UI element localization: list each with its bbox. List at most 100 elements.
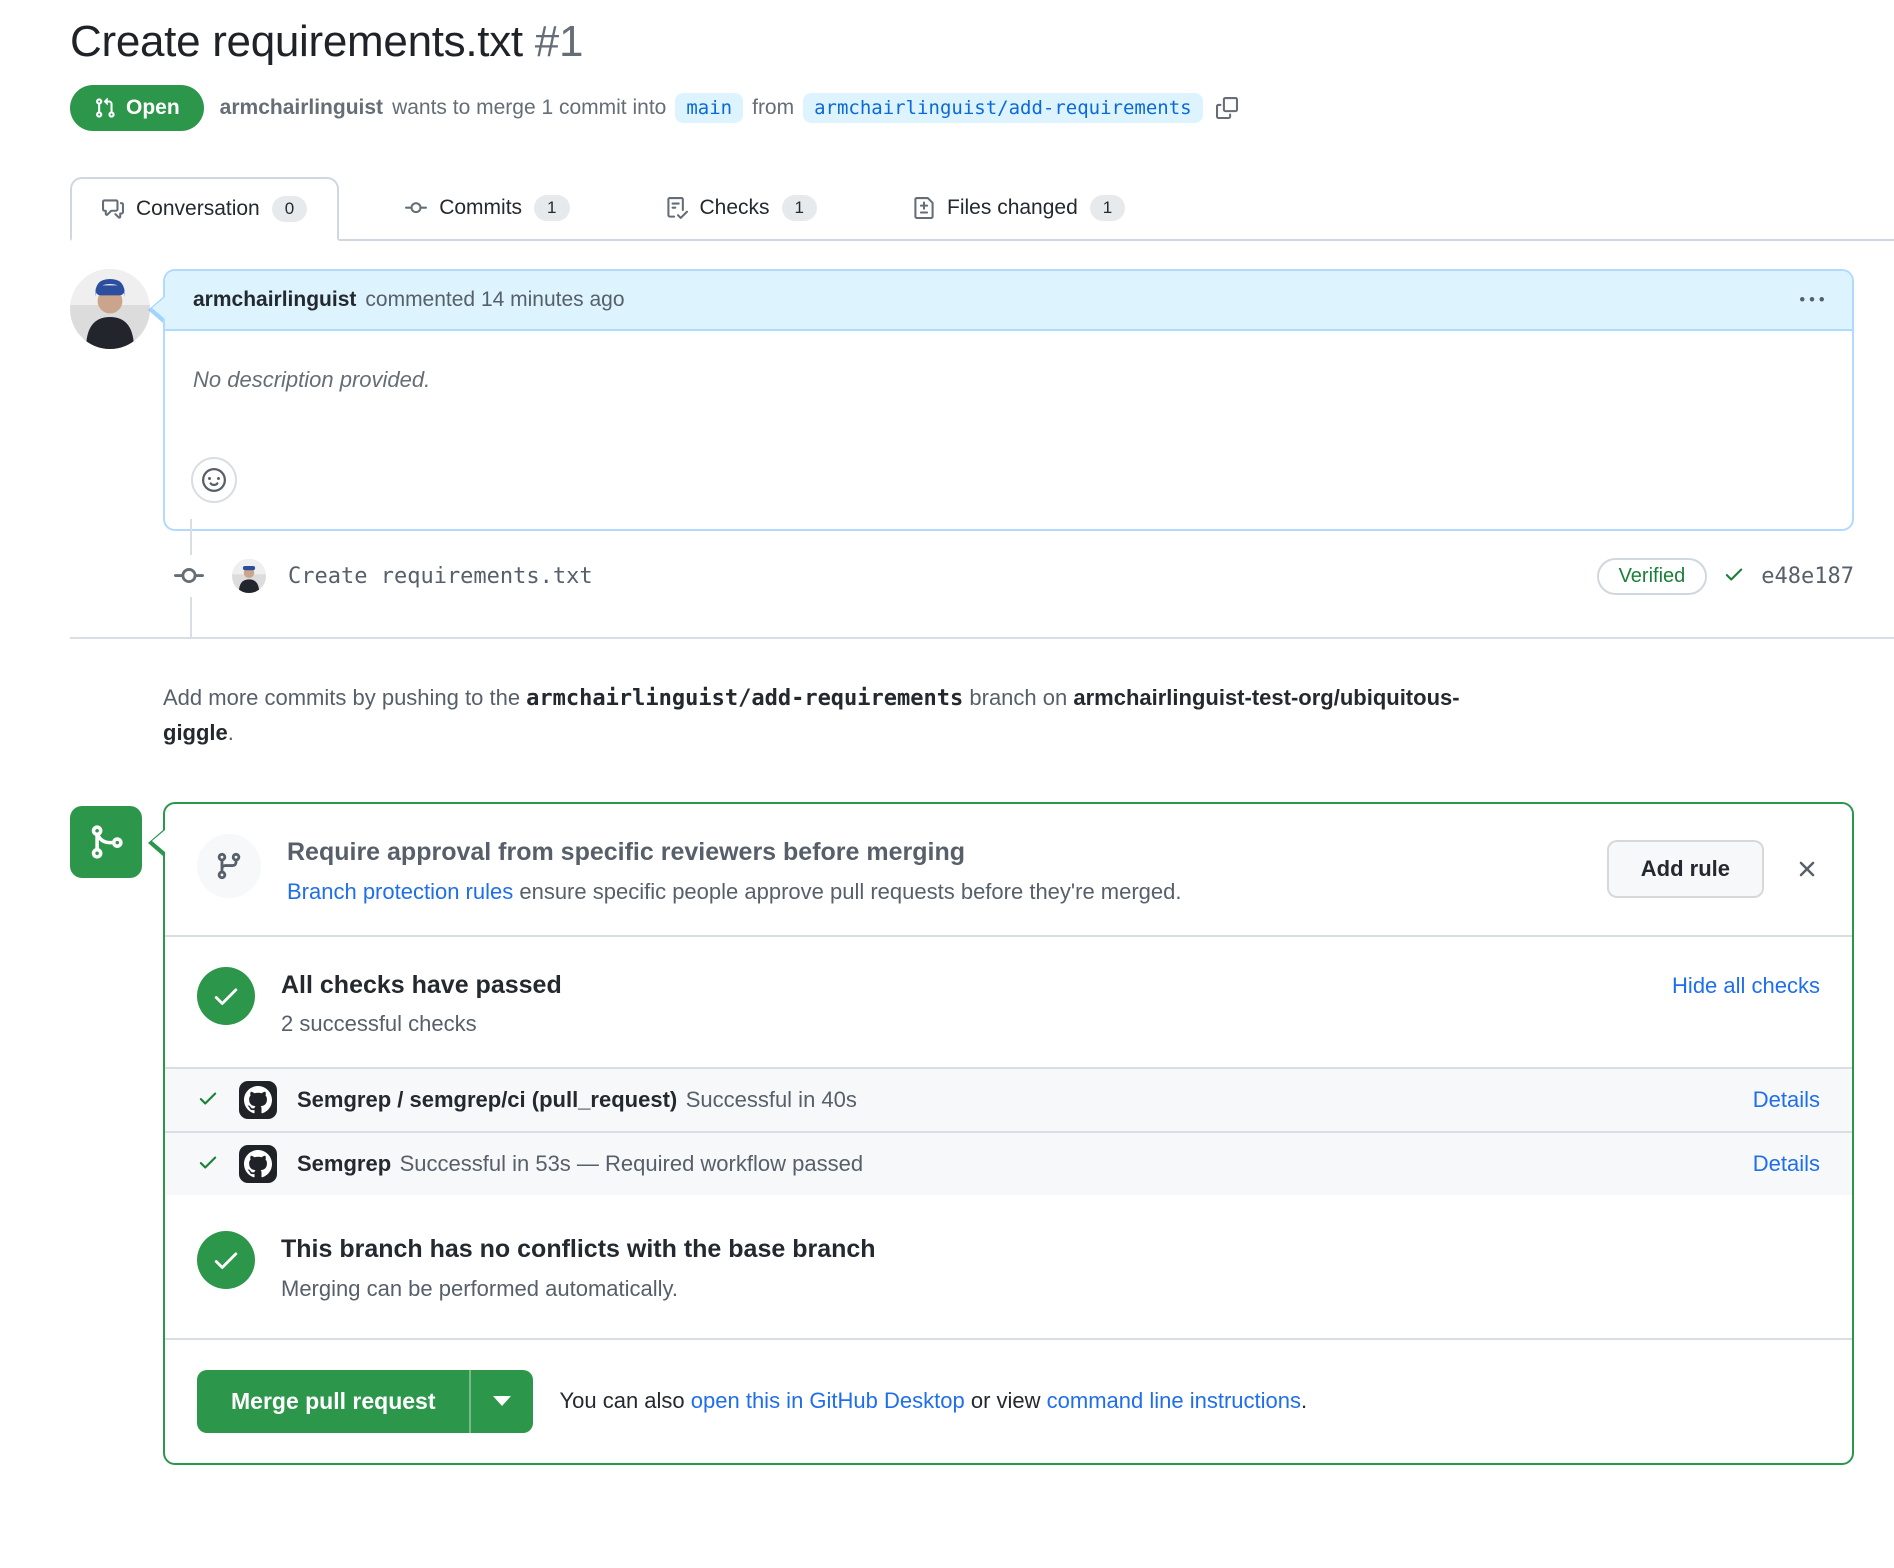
- merge-alternatives-note: You can also open this in GitHub Desktop…: [559, 1388, 1307, 1414]
- push-note-prefix: Add more commits by pushing to the: [163, 685, 526, 710]
- check-success-icon: [197, 1087, 219, 1114]
- push-note-middle: branch on: [963, 685, 1073, 710]
- merge-pull-request-button[interactable]: Merge pull request: [197, 1370, 469, 1433]
- commit-dot-icon: [174, 555, 204, 597]
- command-line-instructions-link[interactable]: command line instructions: [1047, 1388, 1301, 1413]
- copy-branch-button[interactable]: [1216, 97, 1238, 119]
- merge-note-suffix: .: [1301, 1388, 1307, 1413]
- commit-message[interactable]: Create requirements.txt: [288, 564, 593, 589]
- branch-protection-text: Require approval from specific reviewers…: [287, 834, 1182, 905]
- hide-all-checks-link[interactable]: Hide all checks: [1672, 973, 1820, 999]
- comment-box: armchairlinguist commented 14 minutes ag…: [163, 269, 1854, 531]
- from-text: from: [752, 96, 794, 120]
- pr-timeline: Create requirements.txt Verified e48e187: [70, 531, 1854, 637]
- check-status: Successful in 53s — Required workflow pa…: [400, 1151, 863, 1176]
- check-row: Semgrep Successful in 53s — Required wor…: [165, 1131, 1852, 1195]
- branch-icon-circle: [197, 834, 261, 898]
- tab-label: Checks: [700, 196, 770, 220]
- check-icon: [211, 981, 241, 1011]
- push-note-suffix: .: [228, 720, 234, 745]
- pr-action-text: wants to merge 1 commit into: [392, 96, 666, 120]
- pr-tab-nav: Conversation 0 Commits 1 Checks 1 Files …: [70, 177, 1894, 241]
- dismiss-protection-button[interactable]: [1794, 856, 1820, 882]
- check-name-status: Semgrep / semgrep/ci (pull_request) Succ…: [297, 1087, 857, 1113]
- tab-label: Conversation: [136, 197, 260, 221]
- pr-status-row: Open armchairlinguist wants to merge 1 c…: [70, 85, 1854, 131]
- tab-counter: 1: [534, 195, 569, 221]
- commit-author-avatar[interactable]: [232, 559, 266, 593]
- pull-request-icon: [94, 97, 116, 119]
- avatar-image: [70, 269, 150, 349]
- pr-state-label: Open: [126, 96, 180, 120]
- chevron-down-icon: [493, 1396, 511, 1406]
- pr-author[interactable]: armchairlinguist: [220, 96, 383, 120]
- comment-footer: [165, 457, 1852, 529]
- tab-files-changed[interactable]: Files changed 1: [883, 177, 1155, 239]
- verified-badge[interactable]: Verified: [1597, 558, 1708, 595]
- merge-note-prefix: You can also: [559, 1388, 690, 1413]
- tab-counter: 1: [782, 195, 817, 221]
- file-diff-icon: [913, 197, 935, 219]
- github-mark-icon: [244, 1150, 272, 1178]
- comment-meta: commented 14 minutes ago: [365, 288, 624, 312]
- commit-sha[interactable]: e48e187: [1761, 564, 1854, 589]
- tab-checks[interactable]: Checks 1: [636, 177, 848, 239]
- merge-box: Require approval from specific reviewers…: [163, 802, 1854, 1465]
- checks-summary-subtitle: 2 successful checks: [281, 1011, 562, 1037]
- branch-protection-rules-link[interactable]: Branch protection rules: [287, 879, 513, 904]
- checks-summary-text: All checks have passed 2 successful chec…: [281, 967, 562, 1038]
- github-desktop-link[interactable]: open this in GitHub Desktop: [691, 1388, 965, 1413]
- checks-summary-title: All checks have passed: [281, 971, 562, 999]
- author-avatar[interactable]: [70, 269, 150, 349]
- check-name: Semgrep: [297, 1151, 391, 1176]
- branch-protection-section: Require approval from specific reviewers…: [165, 804, 1852, 935]
- github-mark-icon: [244, 1086, 272, 1114]
- comment-options-button[interactable]: [1800, 288, 1824, 312]
- check-details-link[interactable]: Details: [1753, 1087, 1820, 1113]
- check-status: Successful in 40s: [686, 1087, 857, 1112]
- timeline-divider: [70, 637, 1894, 639]
- conflicts-text: This branch has no conflicts with the ba…: [281, 1231, 876, 1302]
- base-branch-label[interactable]: main: [675, 93, 743, 123]
- add-rule-button[interactable]: Add rule: [1607, 840, 1764, 898]
- copy-icon: [1216, 97, 1238, 119]
- pr-title-text: Create requirements.txt: [70, 17, 523, 66]
- merge-status-area: Require approval from specific reviewers…: [70, 802, 1854, 1465]
- page-title: Create requirements.txt #1: [70, 14, 1854, 69]
- git-branch-icon: [214, 851, 244, 881]
- merge-note-middle: or view: [965, 1388, 1047, 1413]
- merge-button-group: Merge pull request: [197, 1370, 533, 1433]
- merge-options-dropdown[interactable]: [469, 1370, 533, 1433]
- comment-author[interactable]: armchairlinguist: [193, 288, 356, 312]
- conflicts-subtitle: Merging can be performed automatically.: [281, 1276, 876, 1302]
- tab-conversation[interactable]: Conversation 0: [70, 177, 339, 241]
- commit-icon: [405, 197, 427, 219]
- comment-body: No description provided.: [165, 331, 1852, 457]
- pr-description-comment: armchairlinguist commented 14 minutes ag…: [70, 269, 1854, 531]
- conflicts-title: This branch has no conflicts with the ba…: [281, 1235, 876, 1263]
- checks-passed-icon: [197, 967, 255, 1025]
- git-merge-icon: [87, 823, 125, 861]
- merge-action-section: Merge pull request You can also open thi…: [165, 1338, 1852, 1463]
- commit-row: Create requirements.txt Verified e48e187: [70, 531, 1854, 637]
- head-branch-label[interactable]: armchairlinguist/add-requirements: [803, 93, 1203, 123]
- push-note: Add more commits by pushing to the armch…: [163, 681, 1513, 750]
- check-success-icon: [197, 1151, 219, 1178]
- tab-commits[interactable]: Commits 1: [375, 177, 599, 239]
- checklist-icon: [666, 197, 688, 219]
- pr-meta: armchairlinguist wants to merge 1 commit…: [220, 93, 1238, 123]
- branch-protection-desc-text: ensure specific people approve pull requ…: [513, 879, 1181, 904]
- check-row: Semgrep / semgrep/ci (pull_request) Succ…: [165, 1067, 1852, 1131]
- smiley-icon: [202, 468, 226, 492]
- tab-counter: 0: [272, 196, 307, 222]
- commit-meta: Verified e48e187: [1597, 558, 1854, 595]
- add-reaction-button[interactable]: [191, 457, 237, 503]
- check-details-link[interactable]: Details: [1753, 1151, 1820, 1177]
- comment-header: armchairlinguist commented 14 minutes ag…: [165, 271, 1852, 331]
- tab-label: Files changed: [947, 196, 1078, 220]
- check-icon: [211, 1245, 241, 1275]
- pr-page: Create requirements.txt #1 Open armchair…: [0, 0, 1894, 1465]
- conflicts-section: This branch has no conflicts with the ba…: [165, 1195, 1852, 1338]
- merge-state-icon: [70, 806, 142, 878]
- tab-label: Commits: [439, 196, 522, 220]
